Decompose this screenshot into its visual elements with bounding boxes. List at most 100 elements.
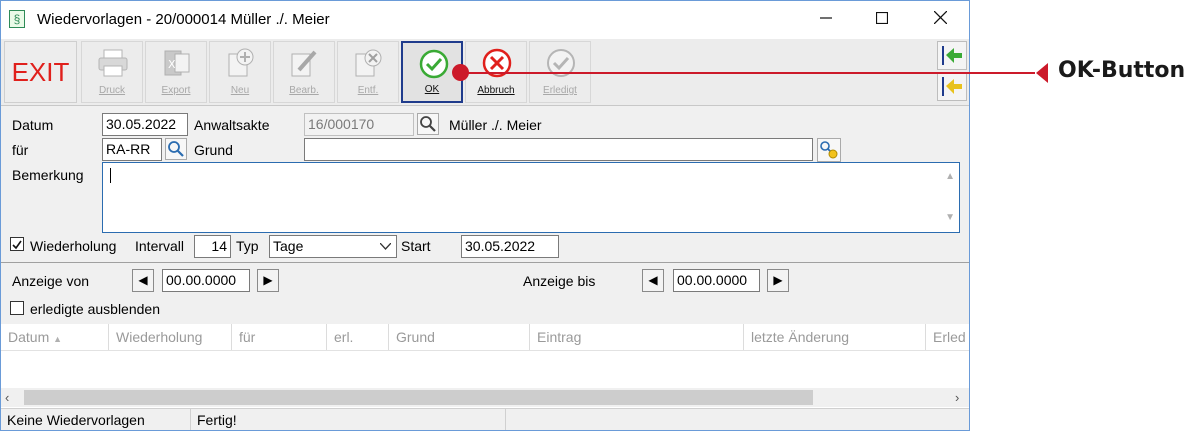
akte-search-button[interactable] (417, 113, 439, 135)
triangle-left-icon: ◀ (648, 273, 658, 287)
callout-dot (452, 64, 469, 81)
callout-arrow-icon (1036, 63, 1048, 83)
neu-label: Neu (230, 85, 250, 96)
search-icon (420, 116, 436, 132)
status-middle: Fertig! (191, 409, 506, 430)
entf-label: Entf. (357, 85, 379, 96)
grund-input[interactable] (304, 138, 813, 161)
new-document-icon (228, 48, 254, 77)
intervall-label: Intervall (135, 238, 185, 254)
window-title: Wiedervorlagen - 20/000014 Müller ./. Me… (37, 11, 330, 28)
bemerkung-textarea[interactable]: ▲ ▼ (102, 162, 960, 233)
grund-lookup-button[interactable] (817, 138, 841, 162)
application-window: § Wiedervorlagen - 20/000014 Müller ./. … (0, 0, 970, 431)
scroll-down-icon[interactable]: ▼ (945, 208, 955, 228)
exit-button[interactable]: EXIT (4, 41, 77, 103)
column-header-fuer[interactable]: für (232, 324, 327, 350)
column-header-grund[interactable]: Grund (389, 324, 530, 350)
table-header-divider (1, 350, 969, 351)
bearb-button[interactable]: Bearb. (273, 41, 335, 103)
anzeige-von-next-button[interactable]: ▶ (257, 269, 279, 292)
exit-label: EXIT (11, 57, 70, 87)
typ-label: Typ (236, 238, 259, 254)
anzeige-bis-label: Anzeige bis (523, 273, 596, 289)
anzeige-von-label: Anzeige von (12, 273, 90, 289)
minimize-button[interactable] (803, 1, 849, 39)
triangle-right-icon: ▶ (773, 273, 783, 287)
maximize-button[interactable] (859, 1, 905, 39)
ok-label: OK (424, 84, 440, 95)
svg-text:X: X (168, 58, 176, 71)
scrollbar-thumb[interactable] (24, 390, 813, 405)
wiederholung-checkbox[interactable] (10, 237, 24, 251)
status-right (506, 409, 969, 430)
chevron-down-icon (380, 243, 391, 250)
minimize-icon (820, 17, 832, 19)
column-label: Datum (8, 329, 50, 345)
callout-line (460, 72, 1035, 74)
akte-name: Müller ./. Meier (449, 117, 542, 133)
datum-input[interactable]: 30.05.2022 (102, 113, 188, 136)
bearb-label: Bearb. (289, 85, 319, 96)
start-input[interactable]: 30.05.2022 (461, 235, 559, 258)
anzeige-bis-input[interactable]: 00.00.0000 (673, 269, 760, 292)
wiederholung-label: Wiederholung (30, 238, 117, 254)
app-icon: § (9, 10, 25, 28)
maximize-icon (875, 11, 889, 25)
anwaltsakte-input[interactable]: 16/000170 (304, 113, 414, 136)
arrow-left-yellow-icon (942, 77, 962, 96)
fuer-label: für (12, 142, 29, 158)
status-left: Keine Wiedervorlagen (1, 409, 191, 430)
column-header-eintrag[interactable]: Eintrag (530, 324, 744, 350)
close-icon (933, 10, 947, 25)
anzeige-von-input[interactable]: 00.00.0000 (162, 269, 250, 292)
checkbox-check-icon (12, 240, 22, 250)
erledigte-ausblenden-label: erledigte ausblenden (30, 301, 160, 317)
text-cursor (110, 168, 111, 183)
callout-label: OK-Button (1058, 58, 1186, 83)
status-bar: Keine Wiedervorlagen Fertig! (1, 408, 969, 430)
export-button[interactable]: X Export (145, 41, 207, 103)
scroll-up-icon[interactable]: ▲ (945, 167, 955, 187)
erledigte-ausblenden-checkbox[interactable] (10, 301, 24, 315)
close-window-button[interactable] (917, 1, 963, 39)
export-label: Export (161, 85, 191, 96)
column-header-erledigt[interactable]: Erled (926, 324, 969, 350)
column-header-wiederholung[interactable]: Wiederholung (109, 324, 232, 350)
delete-icon (355, 49, 382, 77)
column-header-letzte-aenderung[interactable]: letzte Änderung (744, 324, 926, 350)
column-header-erl[interactable]: erl. (327, 324, 389, 350)
triangle-right-icon: ▶ (263, 273, 273, 287)
typ-select[interactable]: Tage (269, 235, 397, 258)
scroll-left-icon[interactable]: ‹ (5, 390, 9, 405)
horizontal-scrollbar[interactable]: ‹ › (1, 388, 969, 407)
checkmark-icon (419, 49, 449, 79)
scroll-right-icon[interactable]: › (955, 390, 959, 405)
intervall-input[interactable]: 14 (194, 235, 231, 258)
datum-label: Datum (12, 117, 54, 133)
arrow-left-green-icon (942, 46, 962, 65)
anzeige-von-prev-button[interactable]: ◀ (132, 269, 154, 292)
druck-button[interactable]: Druck (81, 41, 143, 103)
grund-label: Grund (194, 142, 233, 158)
erledigt-label: Erledigt (543, 85, 577, 96)
fuer-search-button[interactable] (165, 138, 187, 160)
sort-ascending-icon: ▲ (53, 334, 63, 344)
nav-prev-button[interactable] (937, 72, 967, 101)
key-search-icon (820, 141, 838, 159)
nav-first-button[interactable] (937, 41, 967, 70)
druck-label: Druck (98, 85, 126, 96)
search-icon (168, 141, 184, 157)
neu-button[interactable]: Neu (209, 41, 271, 103)
printer-icon (98, 49, 128, 77)
section-divider (1, 262, 969, 263)
anzeige-bis-prev-button[interactable]: ◀ (642, 269, 664, 292)
anzeige-bis-next-button[interactable]: ▶ (767, 269, 789, 292)
entf-button[interactable]: Entf. (337, 41, 399, 103)
typ-selected-value: Tage (273, 238, 304, 254)
start-label: Start (401, 238, 431, 254)
abbruch-label: Abbruch (477, 85, 515, 96)
column-header-datum[interactable]: Datum ▲ (1, 324, 109, 350)
fuer-input[interactable]: RA-RR (102, 138, 162, 161)
edit-pencil-icon (291, 50, 317, 77)
